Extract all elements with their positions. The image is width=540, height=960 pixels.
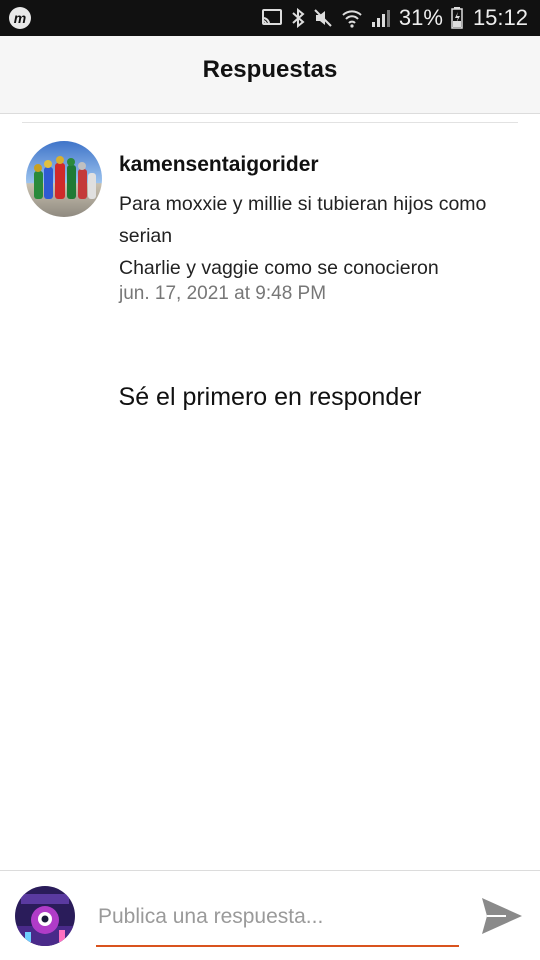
bluetooth-icon bbox=[292, 8, 305, 28]
comment-line: Charlie y vaggie como se conocieron bbox=[119, 257, 439, 279]
send-button[interactable] bbox=[480, 895, 524, 937]
comment-line: Para moxxie y millie si tubieran hijos c… bbox=[119, 193, 487, 247]
battery-percent: 31% bbox=[398, 5, 443, 30]
reply-composer bbox=[0, 870, 540, 960]
avatar-image bbox=[26, 141, 102, 217]
send-icon bbox=[482, 898, 522, 934]
reply-input[interactable] bbox=[96, 899, 459, 947]
mute-icon bbox=[314, 9, 332, 27]
comment-date: jun. 17, 2021 at 9:48 PM bbox=[119, 283, 327, 304]
battery-charging-icon bbox=[451, 7, 463, 29]
signal-icon bbox=[371, 10, 390, 27]
status-icons: 31% 15:12 bbox=[261, 0, 528, 36]
comment-author[interactable]: kamensentaigorider bbox=[119, 153, 319, 177]
cast-icon bbox=[261, 9, 282, 25]
user-avatar-image bbox=[15, 886, 75, 946]
m-logo-icon: m bbox=[9, 7, 31, 29]
status-bar: m 31% 15:12 bbox=[0, 0, 540, 36]
comment-body: Para moxxie y millie si tubieran hijos c… bbox=[119, 188, 529, 284]
status-time: 15:12 bbox=[472, 5, 528, 30]
header: Respuestas bbox=[0, 36, 540, 114]
page-title: Respuestas bbox=[202, 56, 338, 83]
user-avatar[interactable] bbox=[15, 886, 75, 946]
divider bbox=[22, 122, 518, 123]
empty-state-message: Sé el primero en responder bbox=[118, 383, 422, 411]
avatar[interactable] bbox=[26, 141, 102, 217]
wifi-icon bbox=[342, 10, 362, 28]
